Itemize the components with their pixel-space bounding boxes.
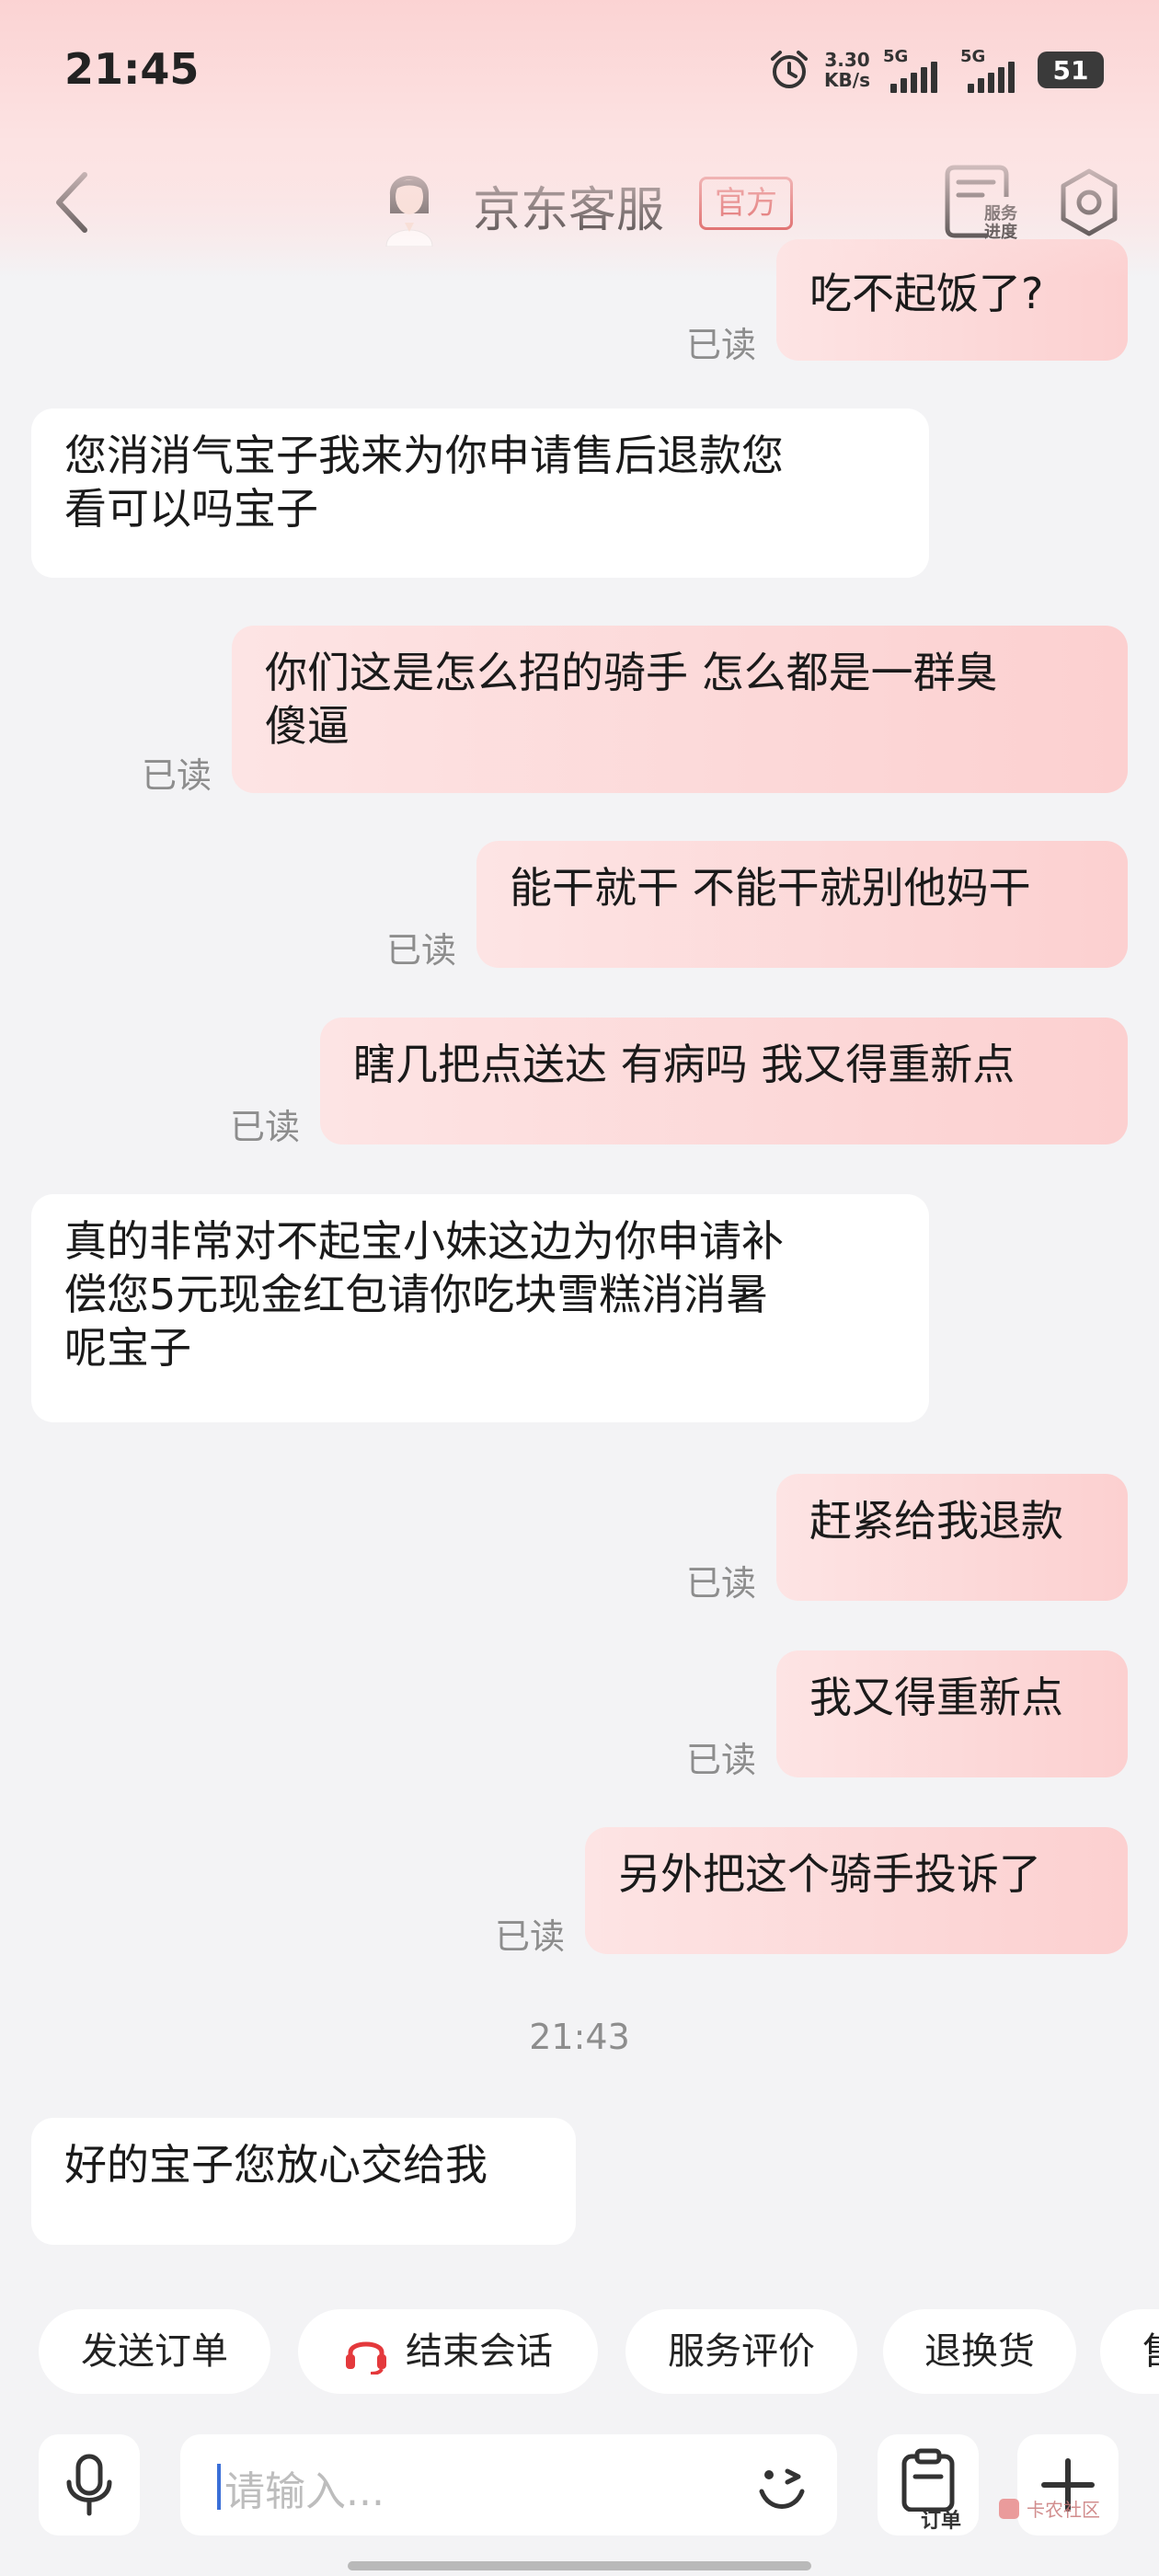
battery-level: 51 xyxy=(1052,54,1089,86)
message-text: 好的宝子您放心交给我 xyxy=(64,2140,488,2190)
quick-action-return-exchange[interactable]: 退换货 xyxy=(883,2309,1076,2394)
network-speed-value: 3.30 xyxy=(824,49,870,71)
quick-action-more[interactable]: 售 xyxy=(1100,2309,1159,2394)
voice-button[interactable] xyxy=(39,2434,140,2536)
message-text: 吃不起饭了? xyxy=(809,269,1044,318)
message-bubble-outgoing[interactable]: 吃不起饭了? xyxy=(776,239,1128,361)
message-text: 我又得重新点 xyxy=(809,1673,1063,1722)
read-status: 已读 xyxy=(686,1740,757,1780)
quick-action-service-rating[interactable]: 服务评价 xyxy=(625,2309,857,2394)
read-status: 已读 xyxy=(230,1107,301,1147)
emoji-icon[interactable] xyxy=(751,2455,813,2517)
message-text: 瞎几把点送达 有病吗 我又得重新点 xyxy=(353,1040,1016,1089)
message-bubble-outgoing[interactable]: 我又得重新点 xyxy=(776,1650,1128,1777)
signal-sim2-icon: 5G xyxy=(960,47,1025,93)
input-placeholder: 请输入... xyxy=(224,2468,384,2515)
read-status: 已读 xyxy=(686,325,757,365)
network-speed: 3.30 KB/s xyxy=(824,50,870,90)
quick-action-label: 服务评价 xyxy=(668,2330,815,2373)
signal-sim1-icon: 5G xyxy=(883,47,947,93)
quick-action-label: 售 xyxy=(1142,2330,1159,2373)
message-text: 赶紧给我退款 xyxy=(809,1496,1063,1546)
status-icons: 3.30 KB/s 5G 5G 51 xyxy=(767,42,1104,98)
clipboard-icon xyxy=(901,2448,955,2512)
network-speed-unit: KB/s xyxy=(824,69,870,91)
service-progress-button[interactable]: 服务 进度 xyxy=(942,164,1019,241)
battery-icon: 51 xyxy=(1038,52,1104,88)
microphone-icon xyxy=(66,2454,112,2516)
alarm-icon xyxy=(771,51,809,88)
message-bubble-outgoing[interactable]: 瞎几把点送达 有病吗 我又得重新点 xyxy=(320,1018,1128,1144)
message-line: 呢宝子 xyxy=(64,1323,191,1373)
time-separator: 21:43 xyxy=(529,2017,630,2057)
settings-icon[interactable] xyxy=(1054,166,1124,239)
input-bar: 请输入... 订单 xyxy=(0,2420,1159,2576)
read-status: 已读 xyxy=(686,1563,757,1604)
quick-actions-bar: 发送订单 结束会话 服务评价 退换货 售 xyxy=(0,2309,1159,2394)
status-time: 21:45 xyxy=(64,44,200,94)
message-line: 傻逼 xyxy=(265,701,350,751)
order-button-label: 订单 xyxy=(921,2510,962,2533)
message-text: 能干就干 不能干就别他妈干 xyxy=(510,863,1031,913)
message-line: 您消消气宝子我来为你申请售后退款您 xyxy=(64,431,784,480)
message-bubble-incoming[interactable]: 好的宝子您放心交给我 xyxy=(31,2118,576,2245)
read-status: 已读 xyxy=(386,930,457,971)
watermark-text: 卡农社区 xyxy=(1027,2499,1100,2521)
quick-action-label: 结束会话 xyxy=(406,2330,553,2373)
message-bubble-outgoing[interactable]: 能干就干 不能干就别他妈干 xyxy=(476,841,1128,968)
avatar[interactable] xyxy=(379,158,440,247)
quick-action-end-session[interactable]: 结束会话 xyxy=(298,2309,598,2394)
watermark-logo-icon xyxy=(999,2498,1019,2519)
read-status: 已读 xyxy=(495,1916,566,1957)
service-progress-label-1: 服务 xyxy=(984,203,1018,224)
quick-action-label: 退换货 xyxy=(924,2330,1035,2373)
message-bubble-incoming[interactable]: 您消消气宝子我来为你申请售后退款您 看可以吗宝子 xyxy=(31,408,929,578)
message-bubble-incoming[interactable]: 真的非常对不起宝小妹这边为你申请补 偿您5元现金红包请你吃块雪糕消消暑 呢宝子 xyxy=(31,1194,929,1422)
message-text: 另外把这个骑手投诉了 xyxy=(618,1849,1041,1899)
watermark: 卡农社区 xyxy=(997,2495,1100,2522)
headset-icon xyxy=(346,2341,386,2375)
text-cursor xyxy=(217,2464,221,2510)
home-indicator[interactable] xyxy=(348,2561,811,2570)
message-bubble-outgoing[interactable]: 赶紧给我退款 xyxy=(776,1474,1128,1601)
status-bar: 21:45 3.30 KB/s 5G 5G 51 xyxy=(0,0,1159,138)
quick-action-send-order[interactable]: 发送订单 xyxy=(39,2309,270,2394)
message-bubble-outgoing[interactable]: 你们这是怎么招的骑手 怎么都是一群臭 傻逼 xyxy=(232,626,1128,793)
message-bubble-outgoing[interactable]: 另外把这个骑手投诉了 xyxy=(585,1827,1128,1954)
message-input[interactable]: 请输入... xyxy=(180,2434,837,2536)
service-progress-label-2: 进度 xyxy=(984,222,1018,241)
message-line: 偿您5元现金红包请你吃块雪糕消消暑 xyxy=(64,1270,769,1319)
official-badge: 官方 xyxy=(699,177,793,230)
message-line: 看可以吗宝子 xyxy=(64,484,318,534)
message-line: 真的非常对不起宝小妹这边为你申请补 xyxy=(64,1216,784,1266)
back-icon[interactable] xyxy=(46,167,101,237)
read-status: 已读 xyxy=(142,755,212,796)
page-title: 京东客服 xyxy=(473,183,665,238)
quick-action-label: 发送订单 xyxy=(81,2330,228,2373)
message-line: 你们这是怎么招的骑手 怎么都是一群臭 xyxy=(265,648,998,697)
